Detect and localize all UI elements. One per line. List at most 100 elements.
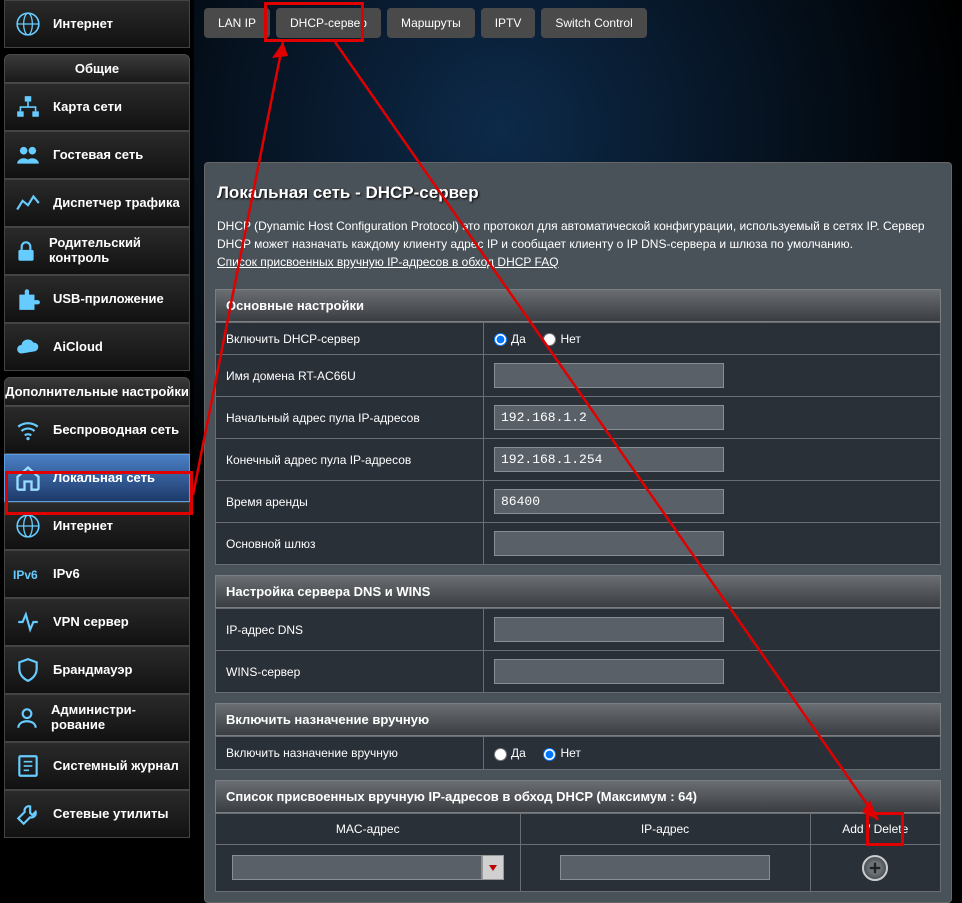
sidebar-item-wan[interactable]: Интернет <box>4 502 190 550</box>
tab-iptv[interactable]: IPTV <box>481 8 536 38</box>
sidebar-label: Карта сети <box>53 100 122 115</box>
radio-yes[interactable] <box>494 748 507 761</box>
guest-icon <box>13 140 43 170</box>
manual-ip-list: MAC-адрес IP-адрес Add / Delete <box>215 813 941 892</box>
sidebar-label: Беспроводная сеть <box>53 423 179 438</box>
sidebar-item-syslog[interactable]: Системный журнал <box>4 742 190 790</box>
domain-input[interactable] <box>494 363 724 388</box>
sidebar-item-guest-network[interactable]: Гостевая сеть <box>4 131 190 179</box>
sidebar-label: Интернет <box>53 17 113 32</box>
wins-input[interactable] <box>494 659 724 684</box>
sidebar-item-parental[interactable]: Родительский контроль <box>4 227 190 275</box>
sidebar-item-network-map[interactable]: Карта сети <box>4 83 190 131</box>
admin-icon <box>13 703 41 733</box>
lock-icon <box>13 236 39 266</box>
dns-settings-table: IP-адрес DNS WINS-сервер <box>215 608 941 693</box>
sidebar-label: Сетевые утилиты <box>53 807 168 822</box>
sidebar-section-advanced: Дополнительные настройки <box>4 377 190 406</box>
radio-no[interactable] <box>543 748 556 761</box>
enable-dhcp-radio: Да Нет <box>494 331 595 346</box>
radio-no[interactable] <box>543 333 556 346</box>
page-description: DHCP (Dynamic Host Configuration Protoco… <box>215 217 941 279</box>
manual-enable-radio: Да Нет <box>494 745 595 760</box>
mac-combo <box>232 855 504 880</box>
tab-bar: LAN IP DHCP-сервер Маршруты IPTV Switch … <box>204 0 952 52</box>
sidebar-label: Родительский контроль <box>49 236 181 266</box>
manual-settings-table: Включить назначение вручную Да Нет <box>215 736 941 769</box>
sidebar-item-wireless[interactable]: Беспроводная сеть <box>4 406 190 454</box>
faq-link[interactable]: Список присвоенных вручную IP-адресов в … <box>217 255 559 269</box>
sidebar-label: Администри-рование <box>51 703 181 733</box>
sidebar-item-traffic[interactable]: Диспетчер трафика <box>4 179 190 227</box>
add-button[interactable] <box>862 855 888 881</box>
sidebar-label: Локальная сеть <box>53 471 155 486</box>
tab-routes[interactable]: Маршруты <box>387 8 475 38</box>
page-title: Локальная сеть - DHCP-сервер <box>215 173 941 217</box>
shield-icon <box>13 655 43 685</box>
row-label: Время аренды <box>216 481 484 523</box>
sidebar-item-usb[interactable]: USB-приложение <box>4 275 190 323</box>
section-basic-title: Основные настройки <box>215 289 941 322</box>
sidebar-item-vpn[interactable]: VPN сервер <box>4 598 190 646</box>
network-map-icon <box>13 92 43 122</box>
row-label: WINS-сервер <box>216 651 484 693</box>
section-manual-title: Включить назначение вручную <box>215 703 941 736</box>
radio-yes[interactable] <box>494 333 507 346</box>
sidebar-label: AiCloud <box>53 340 103 355</box>
sidebar-item-ipv6[interactable]: IPv6 IPv6 <box>4 550 190 598</box>
pool-end-input[interactable] <box>494 447 724 472</box>
row-label: IP-адрес DNS <box>216 609 484 651</box>
sidebar-item-admin[interactable]: Администри-рование <box>4 694 190 742</box>
row-label: Включить назначение вручную <box>216 737 484 769</box>
ip-input[interactable] <box>560 855 770 880</box>
col-ip: IP-адрес <box>520 813 810 844</box>
row-label: Основной шлюз <box>216 523 484 565</box>
basic-settings-table: Включить DHCP-сервер Да Нет Имя домена R… <box>215 322 941 565</box>
svg-text:IPv6: IPv6 <box>13 568 38 582</box>
sidebar-item-aicloud[interactable]: AiCloud <box>4 323 190 371</box>
sidebar-label: Брандмауэр <box>53 663 132 678</box>
tab-switch[interactable]: Switch Control <box>541 8 646 38</box>
cloud-icon <box>13 332 43 362</box>
sidebar-label: Диспетчер трафика <box>53 196 180 211</box>
ipv6-icon: IPv6 <box>13 559 43 589</box>
sidebar-item-tools[interactable]: Сетевые утилиты <box>4 790 190 838</box>
vpn-icon <box>13 607 43 637</box>
sidebar-label: USB-приложение <box>53 292 164 307</box>
globe-icon <box>13 511 43 541</box>
main-content: LAN IP DHCP-сервер Маршруты IPTV Switch … <box>194 0 962 860</box>
tools-icon <box>13 799 43 829</box>
mac-input[interactable] <box>232 855 482 880</box>
gateway-input[interactable] <box>494 531 724 556</box>
sidebar-label: Гостевая сеть <box>53 148 143 163</box>
globe-icon <box>13 9 43 39</box>
sidebar-label: Интернет <box>53 519 113 534</box>
row-label: Начальный адрес пула IP-адресов <box>216 397 484 439</box>
sidebar-item-firewall[interactable]: Брандмауэр <box>4 646 190 694</box>
sidebar-item-lan[interactable]: Локальная сеть <box>4 454 190 502</box>
row-label: Включить DHCP-сервер <box>216 323 484 355</box>
dropdown-button[interactable] <box>482 855 504 880</box>
content-panel: Локальная сеть - DHCP-сервер DHCP (Dynam… <box>204 162 952 903</box>
section-list-title: Список присвоенных вручную IP-адресов в … <box>215 780 941 813</box>
row-label: Имя домена RT-AC66U <box>216 355 484 397</box>
puzzle-icon <box>13 284 43 314</box>
traffic-icon <box>13 188 43 218</box>
tab-lan-ip[interactable]: LAN IP <box>204 8 270 38</box>
lease-input[interactable] <box>494 489 724 514</box>
sidebar-label: VPN сервер <box>53 615 129 630</box>
tab-dhcp[interactable]: DHCP-сервер <box>276 8 381 38</box>
log-icon <box>13 751 43 781</box>
dns-input[interactable] <box>494 617 724 642</box>
sidebar-item-internet-top[interactable]: Интернет <box>4 0 190 48</box>
col-action: Add / Delete <box>810 813 941 844</box>
section-dns-title: Настройка сервера DNS и WINS <box>215 575 941 608</box>
wifi-icon <box>13 415 43 445</box>
sidebar-label: Системный журнал <box>53 759 179 774</box>
row-label: Конечный адрес пула IP-адресов <box>216 439 484 481</box>
sidebar-section-general: Общие <box>4 54 190 83</box>
sidebar: Интернет Общие Карта сети Гостевая сеть … <box>0 0 194 860</box>
col-mac: MAC-адрес <box>216 813 521 844</box>
home-icon <box>13 463 43 493</box>
pool-start-input[interactable] <box>494 405 724 430</box>
